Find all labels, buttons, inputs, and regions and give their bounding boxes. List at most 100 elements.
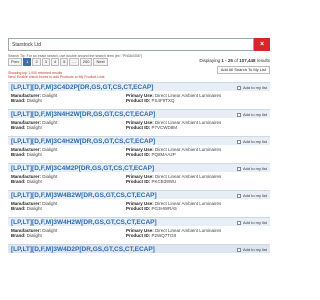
- product-details: Manufacturer: Dialight Brand: Dialight P…: [8, 91, 270, 105]
- add-to-list-label: Add to my list: [242, 166, 267, 171]
- brand-label: Brand:: [11, 233, 26, 238]
- list-item: [LP,LT][D,F,M]3W4H2W[DR,GS,GT,CS,CT,ECAP…: [8, 217, 270, 241]
- brand-value: Dialight: [26, 152, 42, 157]
- add-to-list[interactable]: Add to my list: [236, 166, 267, 171]
- product-title-link[interactable]: [LP,LT][D,F,M]3W4D2P[DR,GS,GT,CS,CT,ECAP…: [11, 246, 155, 253]
- product-title-link[interactable]: [LP,LT][D,F,M]3C4M2P[DR,GS,GT,CS,CT,ECAP…: [11, 165, 154, 172]
- product-title-link[interactable]: [LP,LT][D,F,M]3W4B2W[DR,GS,GT,CS,CT,ECAP…: [11, 192, 157, 199]
- product-header: [LP,LT][D,F,M]3C4M2P[DR,GS,GT,CS,CT,ECAP…: [8, 163, 270, 172]
- results-of: of: [234, 58, 238, 63]
- page-button-2[interactable]: 2: [32, 58, 41, 66]
- list-item: [LP,LT][D,F,M]3W4B2W[DR,GS,GT,CS,CT,ECAP…: [8, 190, 270, 214]
- brand-label: Brand:: [11, 98, 26, 103]
- add-to-list-label: Add to my list: [242, 112, 267, 117]
- product-details: Manufacturer: Dialight Brand: Dialight P…: [8, 145, 270, 159]
- product-id-value: PS4F9TXQ: [151, 98, 175, 103]
- page-button-3[interactable]: 3: [41, 58, 50, 66]
- product-details: Manufacturer: Dialight Brand: Dialight P…: [8, 118, 270, 132]
- product-details: Manufacturer: Dialight Brand: Dialight P…: [8, 226, 270, 240]
- product-id-label: Product ID:: [126, 233, 151, 238]
- manufacturer-value: Dialight: [42, 147, 58, 152]
- add-to-list[interactable]: Add to my list: [236, 220, 267, 225]
- add-to-list-label: Add to my list: [242, 193, 267, 198]
- product-id-label: Product ID:: [126, 206, 151, 211]
- add-to-list-label: Add to my list: [242, 220, 267, 225]
- product-header: [LP,LT][D,F,M]3C4D2P[DR,GS,GT,CS,CT,ECAP…: [8, 82, 270, 91]
- add-to-list-label: Add to my list: [242, 85, 267, 90]
- list-item: [LP,LT][D,F,M]3C4H2W[DR,GS,GT,CS,CT,ECAP…: [8, 136, 270, 160]
- brand-label: Brand:: [11, 152, 26, 157]
- add-to-list[interactable]: Add to my list: [236, 112, 267, 117]
- results-count: Displaying 1 - 25 of 107,448 results: [199, 58, 270, 63]
- product-header: [LP,LT][D,F,M]3W4H2W[DR,GS,GT,CS,CT,ECAP…: [8, 217, 270, 226]
- prev-page-button[interactable]: Prev: [8, 58, 23, 66]
- page-button-last[interactable]: 200: [79, 58, 93, 66]
- product-title-link[interactable]: [LP,LT][D,F,M]3W4H2W[DR,GS,GT,CS,CT,ECAP…: [11, 219, 157, 226]
- product-title-link[interactable]: [LP,LT][D,F,M]3N4H2W[DR,GS,GT,CS,CT,ECAP…: [11, 111, 155, 118]
- product-id-value: PG3HWRA5: [151, 206, 177, 211]
- add-to-list[interactable]: Add to my list: [236, 139, 267, 144]
- page-button-4[interactable]: 4: [50, 58, 60, 66]
- product-title-link[interactable]: [LP,LT][D,F,M]3C4D2P[DR,GS,GT,CS,CT,ECAP…: [11, 84, 153, 91]
- results-suffix: results: [256, 58, 270, 63]
- product-id-value: P2WQ7TG8: [151, 233, 177, 238]
- brand-label: Brand:: [11, 206, 26, 211]
- product-id-value: PQ8MAA2P: [151, 152, 176, 157]
- add-to-list-checkbox[interactable]: [236, 220, 241, 225]
- add-to-list[interactable]: Add to my list: [236, 247, 267, 252]
- page-button-1[interactable]: 1: [23, 58, 32, 66]
- add-to-list-checkbox[interactable]: [236, 112, 241, 117]
- add-to-list-checkbox[interactable]: [236, 139, 241, 144]
- product-id-label: Product ID:: [126, 98, 151, 103]
- add-to-list-checkbox[interactable]: [236, 85, 241, 90]
- manufacturer-value: Dialight: [42, 120, 58, 125]
- add-to-list[interactable]: Add to my list: [236, 193, 267, 198]
- manufacturer-value: Dialight: [42, 174, 58, 179]
- clear-search-button[interactable]: ×: [254, 38, 270, 51]
- product-id-label: Product ID:: [126, 179, 151, 184]
- add-to-list-checkbox[interactable]: [236, 166, 241, 171]
- search-results-page: × Search Tip: For an exact search, use d…: [8, 30, 270, 300]
- results-range: 1 - 25: [221, 58, 233, 63]
- product-header: [LP,LT][D,F,M]3W4D2P[DR,GS,GT,CS,CT,ECAP…: [8, 244, 270, 253]
- product-id-value: P7VCWD8M: [151, 125, 178, 130]
- list-item: [LP,LT][D,F,M]3C4D2P[DR,GS,GT,CS,CT,ECAP…: [8, 82, 270, 106]
- search-bar: ×: [8, 38, 270, 51]
- search-input[interactable]: [8, 38, 254, 51]
- add-to-list-checkbox[interactable]: [236, 193, 241, 198]
- product-title-link[interactable]: [LP,LT][D,F,M]3C4H2W[DR,GS,GT,CS,CT,ECAP…: [11, 138, 155, 145]
- brand-label: Brand:: [11, 125, 26, 130]
- manufacturer-value: Dialight: [42, 93, 58, 98]
- list-item: [LP,LT][D,F,M]3W4D2P[DR,GS,GT,CS,CT,ECAP…: [8, 244, 270, 268]
- list-item: [LP,LT][D,F,M]3N4H2W[DR,GS,GT,CS,CT,ECAP…: [8, 109, 270, 133]
- product-id-label: Product ID:: [126, 125, 151, 130]
- results-count-prefix: Displaying: [199, 58, 221, 63]
- add-to-list-checkbox[interactable]: [236, 247, 241, 252]
- product-details: Manufacturer: Dialight Brand: Dialight P…: [8, 199, 270, 213]
- page-button-5[interactable]: 5: [60, 58, 69, 66]
- product-id-value: PKCB39WU: [151, 179, 177, 184]
- brand-value: Dialight: [26, 179, 42, 184]
- pagination: Prev 1 2 3 4 5 ... 200 Next: [8, 58, 108, 66]
- add-to-list-label: Add to my list: [242, 139, 267, 144]
- manufacturer-value: Dialight: [42, 201, 58, 206]
- manufacturer-value: Dialight: [42, 228, 58, 233]
- next-page-button[interactable]: Next: [93, 58, 108, 66]
- add-search-to-list-button[interactable]: Add All Search To My List: [216, 66, 270, 74]
- results-total: 107,448: [239, 58, 256, 63]
- brand-value: Dialight: [26, 125, 42, 130]
- add-to-list[interactable]: Add to my list: [236, 85, 267, 90]
- checkbox-notice: New! Enable check boxes to add Products …: [8, 75, 105, 79]
- product-header: [LP,LT][D,F,M]3C4H2W[DR,GS,GT,CS,CT,ECAP…: [8, 136, 270, 145]
- list-item: [LP,LT][D,F,M]3C4M2P[DR,GS,GT,CS,CT,ECAP…: [8, 163, 270, 187]
- product-details: Manufacturer: Dialight Brand: Dialight P…: [8, 172, 270, 186]
- brand-value: Dialight: [26, 206, 42, 211]
- brand-value: Dialight: [26, 98, 42, 103]
- brand-value: Dialight: [26, 233, 42, 238]
- brand-label: Brand:: [11, 179, 26, 184]
- product-header: [LP,LT][D,F,M]3N4H2W[DR,GS,GT,CS,CT,ECAP…: [8, 109, 270, 118]
- product-header: [LP,LT][D,F,M]3W4B2W[DR,GS,GT,CS,CT,ECAP…: [8, 190, 270, 199]
- add-to-list-label: Add to my list: [242, 247, 267, 252]
- product-id-label: Product ID:: [126, 152, 151, 157]
- pagination-ellipsis: ...: [69, 58, 79, 66]
